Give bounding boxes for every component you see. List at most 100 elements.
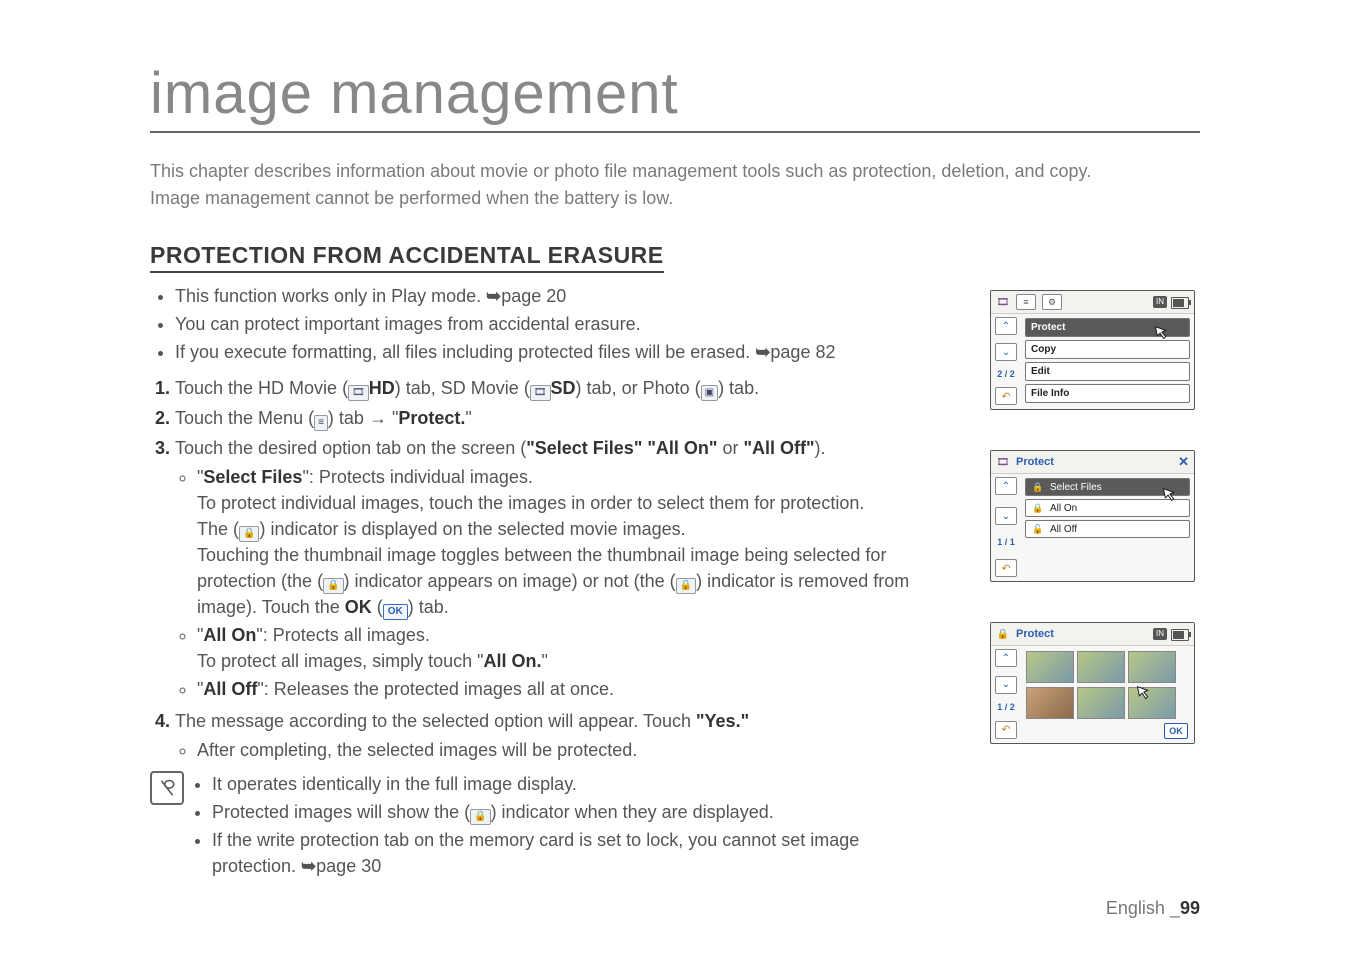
footer-page-number: 99 [1180, 898, 1200, 918]
note-text: You can protect important images from ac… [175, 314, 641, 334]
arrow-ref-icon: ➥ [486, 286, 501, 306]
yes-label: "Yes." [696, 711, 749, 731]
thumbnail-row [1024, 685, 1191, 721]
note-item: If you execute formatting, all files inc… [175, 339, 940, 365]
option-label: Select Files [1050, 482, 1102, 493]
tab-settings-icon[interactable]: ⚙ [1042, 294, 1062, 310]
step-text: ": Protects all images. [256, 625, 429, 645]
scroll-down-button[interactable]: ⌄ [995, 676, 1017, 694]
step-3: Touch the desired option tab on the scre… [175, 435, 940, 702]
footnote-text: Protected images will show the ( [212, 802, 470, 822]
thumbnail[interactable] [1077, 651, 1125, 683]
screenshot-menu-list: 🎞 ≡ ⚙ IN ⌃ ⌄ 2 / 2 ↶ Protect Copy Edit F… [990, 290, 1195, 410]
ok-button[interactable]: OK [1164, 723, 1188, 739]
select-files-name: Select Files [203, 467, 302, 487]
thumbnail[interactable] [1026, 651, 1074, 683]
step-text: ": Releases the protected images all at … [257, 679, 614, 699]
lock-mode-icon: 🔒 [996, 627, 1010, 641]
thumbnail[interactable] [1026, 687, 1074, 719]
page-ref: page 20 [501, 286, 566, 306]
screenshot-protect-options: 🎞 Protect ✕ ⌃ ⌄ 1 / 1 ↶ 🔒 Select Files 🔒… [990, 450, 1195, 582]
sub-select-files: "Select Files": Protects individual imag… [197, 464, 940, 621]
thumbnail[interactable] [1128, 687, 1176, 719]
step-text: To protect individual images, touch the … [197, 493, 864, 513]
mode-icon: 🎞 [996, 295, 1010, 309]
storage-badge: IN [1153, 296, 1167, 308]
all-on-name: All On [203, 625, 256, 645]
shot-toprow: 🔒 Protect IN [991, 623, 1194, 646]
step-text: The ( [197, 519, 239, 539]
battery-icon [1171, 629, 1189, 641]
menu-item-edit[interactable]: Edit [1025, 362, 1190, 381]
options-label: "Select Files" "All On" [526, 438, 717, 458]
footer-sep: _ [1170, 898, 1180, 918]
step-text: ) indicator is displayed on the selected… [259, 519, 685, 539]
footnote-icon [150, 771, 184, 805]
note-text: This function works only in Play mode. [175, 286, 486, 306]
shot-toprow: 🎞 ≡ ⚙ IN [991, 291, 1194, 314]
protect-label: Protect. [398, 408, 465, 428]
shot-title: Protect [1016, 456, 1054, 468]
option-all-off[interactable]: 🔓 All Off [1025, 520, 1190, 538]
battery-icon [1171, 297, 1189, 309]
footnote-text: ) indicator when they are displayed. [491, 802, 774, 822]
intro-text: This chapter describes information about… [150, 158, 1200, 212]
footnote-list: It operates identically in the full imag… [212, 771, 940, 881]
lock-icon: 🔒 [323, 578, 343, 594]
lock-icon: 🔒 [239, 526, 259, 542]
option-all-on[interactable]: 🔒 All On [1025, 499, 1190, 517]
intro-line1: This chapter describes information about… [150, 161, 1091, 181]
steps-list: Touch the HD Movie (🎞HD) tab, SD Movie (… [175, 375, 940, 762]
footnote-item: It operates identically in the full imag… [212, 771, 940, 797]
step-1: Touch the HD Movie (🎞HD) tab, SD Movie (… [175, 375, 940, 401]
step-text: ) tab, or Photo ( [576, 378, 701, 398]
photo-icon: ▣ [701, 385, 718, 401]
intro-line2: Image management cannot be performed whe… [150, 188, 673, 208]
menu-item-file-info[interactable]: File Info [1025, 384, 1190, 403]
thumbnail[interactable] [1077, 687, 1125, 719]
step-text: ) tab, SD Movie ( [395, 378, 530, 398]
step-4: The message according to the selected op… [175, 708, 940, 762]
lock-icon: 🔒 [470, 809, 490, 825]
step-text: or [717, 438, 743, 458]
scroll-up-button[interactable]: ⌃ [995, 477, 1017, 495]
option-all-off-label: "All Off" [743, 438, 814, 458]
page-ref: page 82 [770, 342, 835, 362]
lock-icon: 🔒 [1031, 481, 1045, 493]
hd-label: HD [369, 378, 395, 398]
thumbnail-row [1024, 649, 1191, 685]
sub-all-off: "All Off": Releases the protected images… [197, 676, 940, 702]
page-counter: 1 / 2 [997, 702, 1015, 712]
menu-item-protect[interactable]: Protect [1025, 318, 1190, 337]
shot-sidecol: ⌃ ⌄ 2 / 2 ↶ [991, 313, 1021, 409]
sub-all-on: "All On": Protects all images. To protec… [197, 622, 940, 674]
shot-sidecol: ⌃ ⌄ 1 / 2 ↶ [991, 645, 1021, 743]
scroll-up-button[interactable]: ⌃ [995, 649, 1017, 667]
step-text: Touch the desired option tab on the scre… [175, 438, 526, 458]
back-button[interactable]: ↶ [995, 559, 1017, 577]
shot-title: Protect [1016, 628, 1054, 640]
back-button[interactable]: ↶ [995, 721, 1017, 739]
scroll-up-button[interactable]: ⌃ [995, 317, 1017, 335]
movie-icon: 🎞 [348, 385, 369, 401]
tab-list-icon[interactable]: ≡ [1016, 294, 1036, 310]
step-2: Touch the Menu (≡) tab → "Protect." [175, 405, 940, 431]
shot-sidecol: ⌃ ⌄ 1 / 1 ↶ [991, 473, 1021, 581]
top-notes-list: This function works only in Play mode. ➥… [175, 283, 940, 365]
arrow-ref-icon: ➥ [301, 856, 316, 876]
close-button[interactable]: ✕ [1178, 454, 1189, 470]
step-4-sub: After completing, the selected images wi… [197, 737, 940, 763]
arrow-ref-icon: ➥ [755, 342, 770, 362]
thumbnail[interactable] [1128, 651, 1176, 683]
page-counter: 2 / 2 [997, 369, 1015, 379]
ok-icon: OK [383, 604, 408, 620]
menu-item-copy[interactable]: Copy [1025, 340, 1190, 359]
option-select-files[interactable]: 🔒 Select Files [1025, 478, 1190, 496]
step-text: The message according to the selected op… [175, 711, 696, 731]
unlock-all-icon: 🔓 [1031, 523, 1045, 535]
scroll-down-button[interactable]: ⌄ [995, 507, 1017, 525]
step-text: " [465, 408, 471, 428]
screenshot-thumbnail-select: 🔒 Protect IN ⌃ ⌄ 1 / 2 ↶ [990, 622, 1195, 744]
back-button[interactable]: ↶ [995, 387, 1017, 405]
scroll-down-button[interactable]: ⌄ [995, 343, 1017, 361]
